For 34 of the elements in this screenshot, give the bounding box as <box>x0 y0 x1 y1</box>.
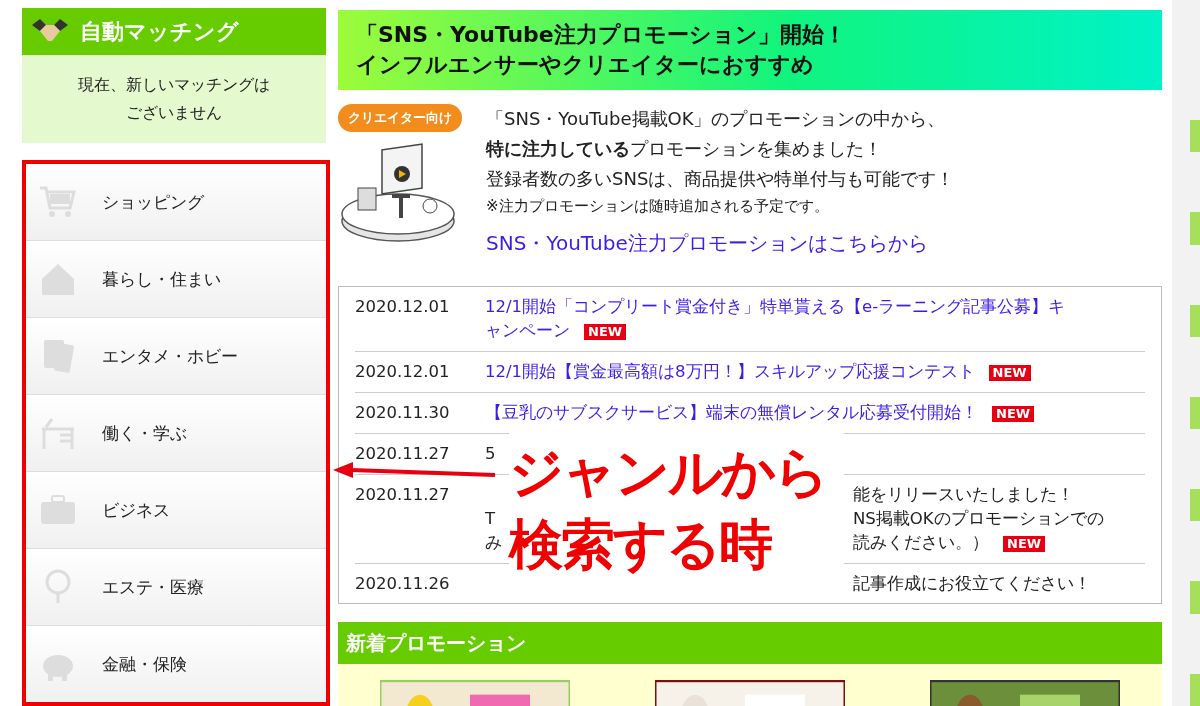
matching-message: 現在、新しいマッチングは <box>78 74 270 96</box>
banner-headline: インフルエンサーやクリエイターにおすすめ <box>356 51 815 79</box>
news-date: 2020.11.27 <box>355 484 451 506</box>
promo-text: 登録者数の多いSNSは、商品提供や特単付与も可能です！ <box>486 167 955 191</box>
news-text: T <box>485 509 496 528</box>
news-text: 記事作成にお役立てください！ <box>853 574 1091 593</box>
new-badge: NEW <box>1003 536 1046 552</box>
news-text: み <box>485 533 502 552</box>
section-title: 新着プロモーション <box>346 629 526 657</box>
news-text: 読みください。） <box>853 533 989 552</box>
news-text: NS掲載OKのプロモーションでの <box>853 509 1104 528</box>
news-text: 能をリリースいたしました！ <box>853 485 1074 504</box>
creator-badge: クリエイター向け <box>338 104 462 132</box>
news-date: 2020.11.30 <box>355 402 451 424</box>
promo-note: ※注力プロモーションは随時追加される予定です。 <box>486 196 830 217</box>
news-date: 2020.12.01 <box>355 296 451 318</box>
news-text: 5 <box>485 444 496 463</box>
new-badge: NEW <box>584 324 627 340</box>
banner[interactable]: 「SNS・YouTube注力プロモーション」開始！ インフルエンサーやクリエイターにおすすめ <box>338 10 1162 90</box>
matching-title: 自動マッチング <box>80 17 239 46</box>
banner-headline: 「SNS・YouTube注力プロモーション」開始！ <box>356 21 847 49</box>
news-link[interactable]: ャンペーン <box>485 321 570 340</box>
new-badge: NEW <box>988 365 1031 381</box>
new-badge: NEW <box>992 406 1035 422</box>
news-date: 2020.12.01 <box>355 361 451 383</box>
news-date: 2020.11.27 <box>355 443 451 465</box>
news-link[interactable]: 12/1開始【賞金最高額は8万円！】スキルアップ応援コンテスト <box>485 362 975 381</box>
promo-text: 特に注力しているプロモーションを集めました！ <box>486 137 883 161</box>
news-link[interactable]: 12/1開始「コンプリート賞金付き」特単貰える【e-ラーニング記事公募】キ <box>485 297 1066 316</box>
news-date: 2020.11.26 <box>355 573 451 595</box>
news-link[interactable]: 【豆乳のサブスクサービス】端末の無償レンタル応募受付開始！ <box>485 403 978 422</box>
matching-message: ございません <box>126 102 222 124</box>
promo-link[interactable]: SNS・YouTube注力プロモーションはこちらから <box>486 228 955 258</box>
promo-text: 「SNS・YouTube掲載OK」のプロモーションの中から、 <box>486 107 947 131</box>
